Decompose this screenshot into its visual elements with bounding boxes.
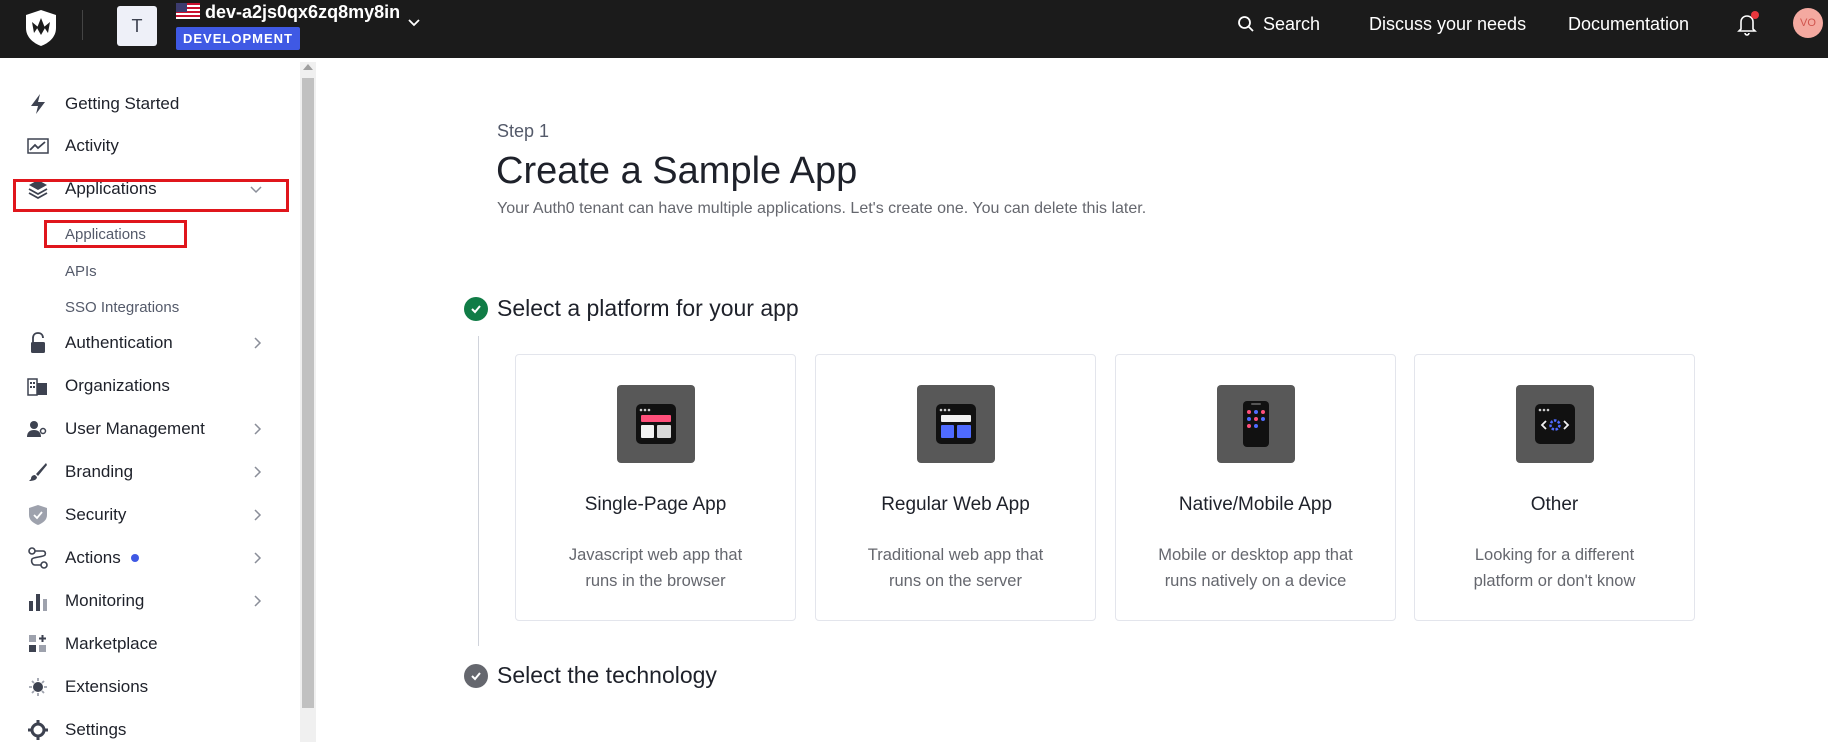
- chevron-right-icon: [254, 552, 262, 564]
- sidebar-item-security[interactable]: Security: [26, 500, 271, 530]
- step-pending-check-icon: [464, 664, 488, 688]
- top-navbar: T dev-a2js0qx6zq8my8in DEVELOPMENT Searc…: [0, 0, 1828, 58]
- platform-card-spa[interactable]: Single-Page App Javascript web app that …: [515, 354, 796, 621]
- search-button[interactable]: Search: [1237, 12, 1320, 36]
- card-title: Native/Mobile App: [1178, 494, 1333, 515]
- sidebar-item-activity[interactable]: Activity: [26, 131, 271, 161]
- discuss-needs-link[interactable]: Discuss your needs: [1369, 13, 1526, 35]
- sidebar-item-label: Getting Started: [65, 94, 180, 113]
- documentation-link[interactable]: Documentation: [1568, 13, 1689, 35]
- brush-icon: [26, 460, 50, 484]
- sidebar-item-getting-started[interactable]: Getting Started: [26, 89, 271, 119]
- sidebar-item-branding[interactable]: Branding: [26, 457, 271, 487]
- chevron-right-icon: [254, 466, 262, 478]
- card-description: Javascript web app that runs in the brow…: [516, 542, 795, 594]
- sidebar-scroll-thumb[interactable]: [302, 78, 314, 708]
- lightning-icon: [26, 92, 50, 116]
- sidebar-item-user-management[interactable]: User Management: [26, 414, 271, 444]
- chevron-down-icon[interactable]: [406, 14, 422, 30]
- users-icon: [26, 417, 50, 441]
- auth0-logo-icon[interactable]: [22, 8, 60, 48]
- sidebar-item-extensions[interactable]: Extensions: [26, 672, 271, 702]
- chevron-right-icon: [254, 509, 262, 521]
- section-title-technology: Select the technology: [497, 662, 717, 688]
- building-icon: [26, 374, 50, 398]
- sidebar-item-authentication[interactable]: Authentication: [26, 328, 271, 358]
- card-description: Mobile or desktop app that runs natively…: [1116, 542, 1395, 594]
- step-label: Step 1: [497, 121, 550, 141]
- sidebar-item-settings[interactable]: Settings: [26, 715, 271, 745]
- sidebar-item-label: Extensions: [65, 677, 149, 696]
- activity-chart-icon: [26, 134, 50, 158]
- mobile-phone-icon: [1217, 385, 1295, 463]
- sidebar-item-label: Activity: [65, 136, 119, 155]
- sidebar: Getting Started Activity Applications Ap…: [0, 58, 300, 742]
- chevron-right-icon: [254, 595, 262, 607]
- notification-dot: [1751, 11, 1759, 19]
- environment-badge: DEVELOPMENT: [176, 27, 300, 50]
- sidebar-item-label: Organizations: [65, 376, 170, 395]
- section-title-platform: Select a platform for your app: [497, 295, 799, 321]
- card-description-line: Traditional web app that: [867, 546, 1044, 564]
- sidebar-item-label: Authentication: [65, 333, 173, 352]
- card-description-line: runs natively on a device: [1164, 572, 1347, 590]
- step-connector-line: [478, 336, 479, 646]
- card-description: Traditional web app that runs on the ser…: [816, 542, 1095, 594]
- sidebar-item-actions[interactable]: Actions: [26, 543, 271, 573]
- web-app-icon: [917, 385, 995, 463]
- tenant-avatar[interactable]: T: [117, 6, 157, 46]
- gear-icon: [26, 718, 50, 742]
- page-title: Create a Sample App: [496, 150, 858, 192]
- sidebar-item-label: Actions: [65, 548, 121, 567]
- sidebar-item-monitoring[interactable]: Monitoring: [26, 586, 271, 616]
- platform-card-other[interactable]: Other Looking for a different platform o…: [1414, 354, 1695, 621]
- puzzle-icon: [26, 675, 50, 699]
- highlight-box: [13, 179, 289, 212]
- bar-chart-icon: [26, 589, 50, 613]
- card-title: Other: [1530, 494, 1579, 515]
- divider: [82, 10, 83, 40]
- card-description-line: runs in the browser: [585, 572, 726, 590]
- user-avatar[interactable]: VO: [1793, 8, 1823, 38]
- sidebar-item-label: Branding: [65, 462, 134, 481]
- card-title: Single-Page App: [584, 494, 727, 515]
- page-description: Your Auth0 tenant can have multiple appl…: [497, 200, 1147, 217]
- sidebar-subitem-sso-integrations[interactable]: SSO Integrations: [65, 299, 179, 316]
- search-label: Search: [1263, 13, 1321, 34]
- flow-icon: [26, 546, 50, 570]
- sidebar-item-label: Marketplace: [65, 634, 158, 653]
- card-description-line: Mobile or desktop app that: [1158, 546, 1353, 564]
- chevron-right-icon: [254, 337, 262, 349]
- lock-icon: [26, 331, 50, 355]
- sidebar-item-label: Monitoring: [65, 591, 145, 610]
- us-flag-icon: [176, 3, 200, 19]
- card-description-line: Javascript web app that: [568, 546, 743, 564]
- sidebar-item-label: Security: [65, 505, 127, 524]
- scroll-up-arrow-icon[interactable]: [303, 64, 313, 70]
- sidebar-item-organizations[interactable]: Organizations: [26, 371, 271, 401]
- card-description: Looking for a different platform or don'…: [1415, 542, 1694, 594]
- chevron-right-icon: [254, 423, 262, 435]
- shield-icon: [26, 503, 50, 527]
- sidebar-item-label: Settings: [65, 720, 127, 739]
- tenant-name[interactable]: dev-a2js0qx6zq8my8in: [205, 1, 400, 23]
- highlight-box: [44, 220, 187, 248]
- code-window-icon: [1516, 385, 1594, 463]
- card-title: Regular Web App: [881, 494, 1030, 515]
- grid-plus-icon: [26, 632, 50, 656]
- new-indicator-dot: [130, 554, 139, 562]
- search-icon: [1238, 16, 1254, 32]
- step-complete-check-icon: [464, 297, 488, 321]
- sidebar-item-label: User Management: [65, 419, 205, 438]
- sidebar-item-marketplace[interactable]: Marketplace: [26, 629, 271, 659]
- card-description-line: platform or don't know: [1473, 572, 1636, 590]
- spa-browser-icon: [617, 385, 695, 463]
- card-description-line: Looking for a different: [1474, 546, 1635, 564]
- platform-card-regular-web[interactable]: Regular Web App Traditional web app that…: [815, 354, 1096, 621]
- sidebar-subitem-apis[interactable]: APIs: [65, 263, 97, 280]
- platform-card-native-mobile[interactable]: Native/Mobile App Mobile or desktop app …: [1115, 354, 1396, 621]
- card-description-line: runs on the server: [889, 572, 1022, 590]
